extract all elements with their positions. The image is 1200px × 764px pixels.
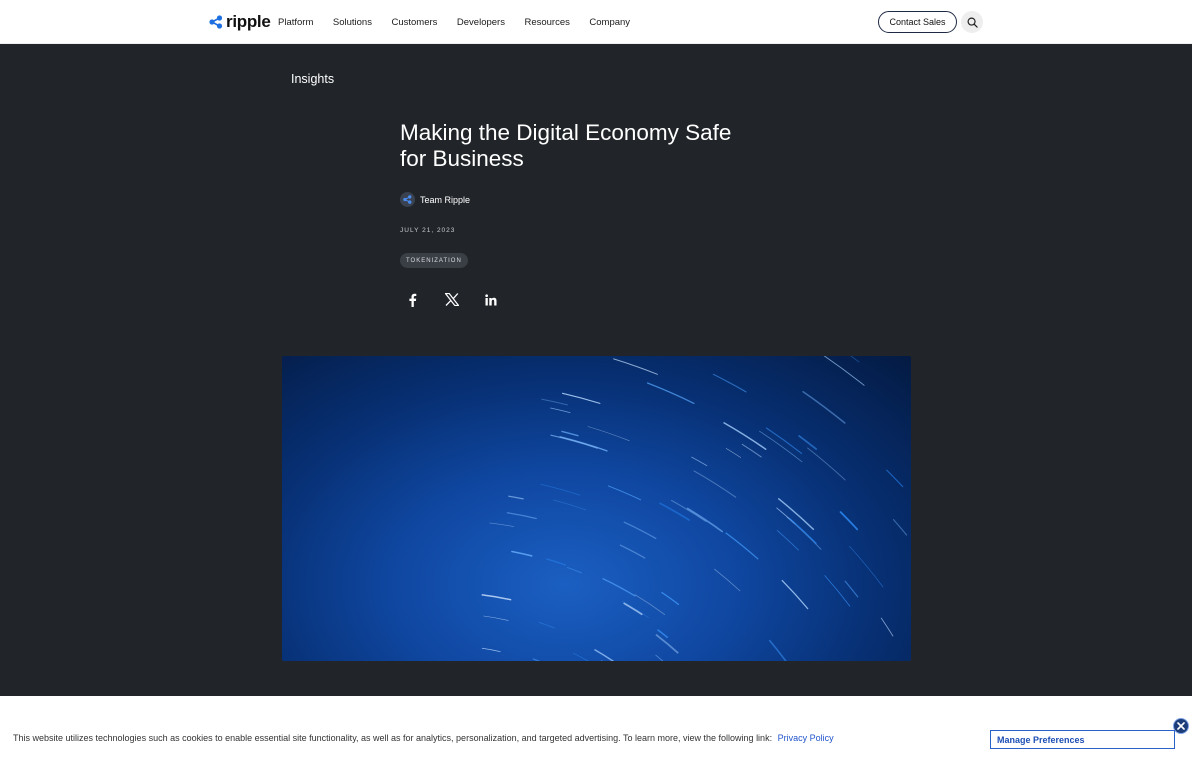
nav-item-solutions[interactable]: Solutions — [333, 17, 372, 28]
star-trail — [776, 530, 799, 551]
publish-date: JULY 21, 2023 — [400, 227, 456, 234]
star-trail — [781, 579, 809, 610]
star-trail — [892, 519, 908, 536]
star-trail — [798, 435, 818, 450]
star-trail — [594, 649, 615, 661]
tag-tokenization[interactable]: TOKENIZATION — [400, 253, 468, 268]
cookie-banner: This website utilizes technologies such … — [0, 696, 1200, 764]
star-trail — [489, 522, 515, 527]
share-x-button[interactable] — [443, 291, 460, 308]
share-bar — [404, 291, 521, 308]
article-hero: Insights Making the Digital Economy Safe… — [0, 44, 1192, 696]
page: ripple Platform Solutions Customers Deve… — [0, 0, 1200, 764]
star-trail — [657, 629, 669, 639]
ripple-avatar-icon — [403, 195, 412, 204]
star-trail — [789, 518, 817, 544]
star-trail — [587, 426, 630, 442]
star-trail — [659, 502, 690, 521]
search-button[interactable] — [961, 11, 983, 33]
nav-item-customers[interactable]: Customers — [391, 17, 437, 28]
star-trail — [765, 427, 803, 454]
star-trail — [506, 512, 537, 520]
share-linkedin-button[interactable] — [482, 291, 499, 308]
privacy-policy-link[interactable]: Privacy Policy — [778, 733, 834, 743]
star-trail — [538, 622, 555, 629]
section-label[interactable]: Insights — [291, 72, 334, 86]
star-trail — [566, 566, 582, 574]
search-icon — [967, 17, 978, 28]
star-trail — [886, 469, 904, 488]
logo-text: ripple — [226, 12, 271, 31]
star-trail — [607, 485, 642, 501]
hero-image — [282, 356, 911, 661]
star-trail — [725, 532, 759, 560]
star-trail — [532, 658, 541, 661]
star-trail — [741, 443, 762, 458]
star-trail — [540, 483, 581, 496]
star-trail — [623, 521, 657, 540]
star-trail — [561, 392, 601, 404]
star-trail — [572, 652, 589, 661]
author-name: Team Ripple — [420, 194, 471, 205]
star-trail — [483, 615, 509, 621]
star-trail — [725, 448, 742, 458]
star-trail — [613, 358, 658, 375]
ripple-logo[interactable]: ripple — [209, 12, 271, 32]
star-trail — [759, 430, 803, 463]
star-trail — [712, 373, 747, 393]
star-trail — [686, 507, 724, 533]
star-trail — [550, 434, 598, 449]
star-trail — [723, 422, 767, 450]
share-facebook-button[interactable] — [404, 291, 421, 308]
close-icon — [1177, 722, 1185, 730]
star-trail — [623, 602, 643, 616]
linkedin-icon — [484, 293, 496, 305]
avatar — [400, 192, 415, 207]
star-trail — [541, 398, 568, 406]
star-trail — [844, 580, 859, 598]
nav-item-company[interactable]: Company — [589, 17, 630, 28]
star-trail — [481, 594, 512, 601]
star-trail — [546, 558, 567, 566]
cookie-close-button[interactable] — [1173, 718, 1189, 734]
star-trail — [481, 647, 501, 652]
star-trail — [850, 356, 860, 363]
facebook-icon — [409, 293, 417, 307]
nav-item-platform[interactable]: Platform — [278, 17, 313, 28]
star-trail — [839, 511, 859, 531]
main-nav: Platform Solutions Customers Developers … — [278, 0, 650, 44]
star-trail — [824, 575, 851, 607]
star-trail — [602, 578, 636, 597]
star-trail — [646, 382, 695, 405]
star-trail — [619, 544, 646, 559]
nav-item-developers[interactable]: Developers — [457, 17, 505, 28]
star-trail — [655, 654, 664, 661]
star-trail — [553, 499, 587, 511]
star-trails-image — [481, 356, 908, 661]
star-trail — [508, 495, 524, 500]
cookie-text: This website utilizes technologies such … — [13, 733, 773, 743]
article-title: Making the Digital Economy Safe for Busi… — [400, 120, 732, 171]
star-trail — [671, 499, 707, 522]
star-trail — [561, 430, 579, 437]
star-trail — [880, 617, 894, 637]
star-trail — [693, 470, 737, 498]
site-header: ripple Platform Solutions Customers Deve… — [0, 0, 1192, 44]
nav-item-resources[interactable]: Resources — [524, 17, 569, 28]
star-trail — [807, 447, 846, 481]
star-trail — [714, 568, 741, 592]
star-trail — [802, 390, 846, 424]
manage-preferences-button[interactable]: Manage Preferences — [990, 730, 1175, 749]
star-trail — [550, 407, 571, 414]
star-trail — [849, 545, 884, 588]
star-trail — [661, 591, 680, 606]
x-icon — [444, 293, 459, 306]
ripple-logo-icon — [209, 15, 223, 29]
contact-sales-button[interactable]: Contact Sales — [878, 11, 957, 33]
star-trail — [691, 456, 708, 467]
star-trail — [768, 639, 787, 661]
cookie-message: This website utilizes technologies such … — [13, 733, 834, 743]
author[interactable]: Team Ripple — [400, 192, 470, 207]
star-trail — [511, 550, 533, 557]
